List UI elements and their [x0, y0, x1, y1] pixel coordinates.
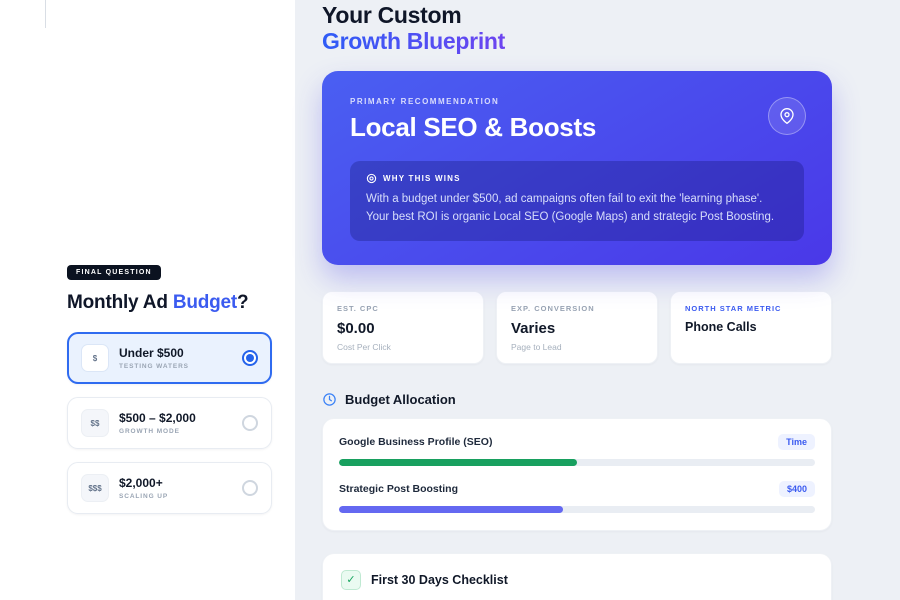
why-head: WHY THIS WINS — [366, 173, 788, 184]
option-text: $2,000+ SCALING UP — [119, 476, 232, 500]
final-question-badge: FINAL QUESTION — [67, 265, 161, 280]
page-title-line2: Growth Blueprint — [322, 28, 505, 54]
budget-allocation-card: Google Business Profile (SEO) Time Strat… — [322, 418, 832, 531]
option-label: Under $500 — [119, 346, 232, 360]
decorative-line — [45, 0, 46, 28]
option-2000-plus[interactable]: $$$ $2,000+ SCALING UP — [67, 462, 272, 514]
question-suffix: ? — [237, 292, 248, 313]
time-badge: Time — [778, 434, 815, 450]
radio-selected[interactable] — [242, 350, 258, 366]
stat-sublabel: Page to Lead — [511, 342, 643, 352]
target-icon — [366, 173, 377, 184]
recommendation-title: Local SEO & Boosts — [350, 112, 804, 143]
progress-fill-seo — [339, 459, 577, 466]
dollar-icon: $$ — [81, 409, 109, 437]
recommendation-card: PRIMARY RECOMMENDATION Local SEO & Boost… — [322, 71, 832, 265]
option-label: $2,000+ — [119, 476, 232, 490]
checklist-header: ✓ First 30 Days Checklist — [341, 570, 813, 590]
sidebar: FINAL QUESTION Monthly Ad Budget? $ Unde… — [0, 0, 295, 600]
progress-fill-boosting — [339, 506, 563, 513]
stat-label: EXP. CONVERSION — [511, 304, 643, 313]
page-title-line1: Your Custom — [322, 2, 461, 28]
stat-value: Phone Calls — [685, 320, 817, 334]
progress-track — [339, 506, 815, 513]
option-sublabel: SCALING UP — [119, 493, 232, 500]
amount-badge: $400 — [779, 481, 815, 497]
radio-unselected[interactable] — [242, 415, 258, 431]
budget-options: $ Under $500 TESTING WATERS $$ $500 – $2… — [67, 332, 272, 514]
allocation-row-boosting: Strategic Post Boosting $400 — [339, 481, 815, 513]
option-sublabel: GROWTH MODE — [119, 428, 232, 435]
progress-track — [339, 459, 815, 466]
final-question-section: FINAL QUESTION Monthly Ad Budget? $ Unde… — [67, 261, 272, 514]
checklist-card: ✓ First 30 Days Checklist ✓ Claim Google… — [322, 553, 832, 600]
recommendation-eyebrow: PRIMARY RECOMMENDATION — [350, 97, 804, 106]
main-panel: Your CustomGrowth Blueprint PRIMARY RECO… — [295, 0, 900, 600]
option-under-500[interactable]: $ Under $500 TESTING WATERS — [67, 332, 272, 384]
option-text: $500 – $2,000 GROWTH MODE — [119, 411, 232, 435]
budget-allocation-header: Budget Allocation — [322, 392, 832, 407]
stat-label: EST. CPC — [337, 304, 469, 313]
stat-cards: EST. CPC $0.00 Cost Per Click EXP. CONVE… — [322, 291, 832, 364]
question-prefix: Monthly Ad — [67, 292, 173, 313]
option-sublabel: TESTING WATERS — [119, 363, 232, 370]
why-this-wins-panel: WHY THIS WINS With a budget under $500, … — [350, 161, 804, 241]
option-500-2000[interactable]: $$ $500 – $2,000 GROWTH MODE — [67, 397, 272, 449]
option-label: $500 – $2,000 — [119, 411, 232, 425]
allocation-row-seo: Google Business Profile (SEO) Time — [339, 434, 815, 466]
checklist-icon: ✓ — [341, 570, 361, 590]
stat-card-est-cpc: EST. CPC $0.00 Cost Per Click — [322, 291, 484, 364]
allocation-label: Strategic Post Boosting — [339, 483, 458, 495]
stat-value: $0.00 — [337, 320, 469, 337]
stat-card-exp-conversion: EXP. CONVERSION Varies Page to Lead — [496, 291, 658, 364]
main-content: Your CustomGrowth Blueprint PRIMARY RECO… — [322, 2, 832, 600]
radio-unselected[interactable] — [242, 480, 258, 496]
app: FINAL QUESTION Monthly Ad Budget? $ Unde… — [0, 0, 900, 600]
page-title: Your CustomGrowth Blueprint — [322, 2, 832, 55]
allocation-row-top: Strategic Post Boosting $400 — [339, 481, 815, 497]
why-text: With a budget under $500, ad campaigns o… — [366, 191, 788, 227]
stat-value: Varies — [511, 320, 643, 337]
clock-icon — [322, 392, 337, 407]
checklist-title: First 30 Days Checklist — [371, 573, 508, 587]
dollar-icon: $ — [81, 344, 109, 372]
allocation-label: Google Business Profile (SEO) — [339, 436, 492, 448]
question-highlight: Budget — [173, 292, 237, 313]
option-text: Under $500 TESTING WATERS — [119, 346, 232, 370]
allocation-row-top: Google Business Profile (SEO) Time — [339, 434, 815, 450]
question-heading: Monthly Ad Budget? — [67, 292, 272, 314]
budget-allocation-title: Budget Allocation — [345, 392, 456, 407]
stat-label: NORTH STAR METRIC — [685, 304, 817, 313]
why-label: WHY THIS WINS — [383, 174, 461, 183]
location-pin-icon — [768, 97, 806, 135]
stat-card-north-star: NORTH STAR METRIC Phone Calls — [670, 291, 832, 364]
stat-sublabel: Cost Per Click — [337, 342, 469, 352]
dollar-icon: $$$ — [81, 474, 109, 502]
